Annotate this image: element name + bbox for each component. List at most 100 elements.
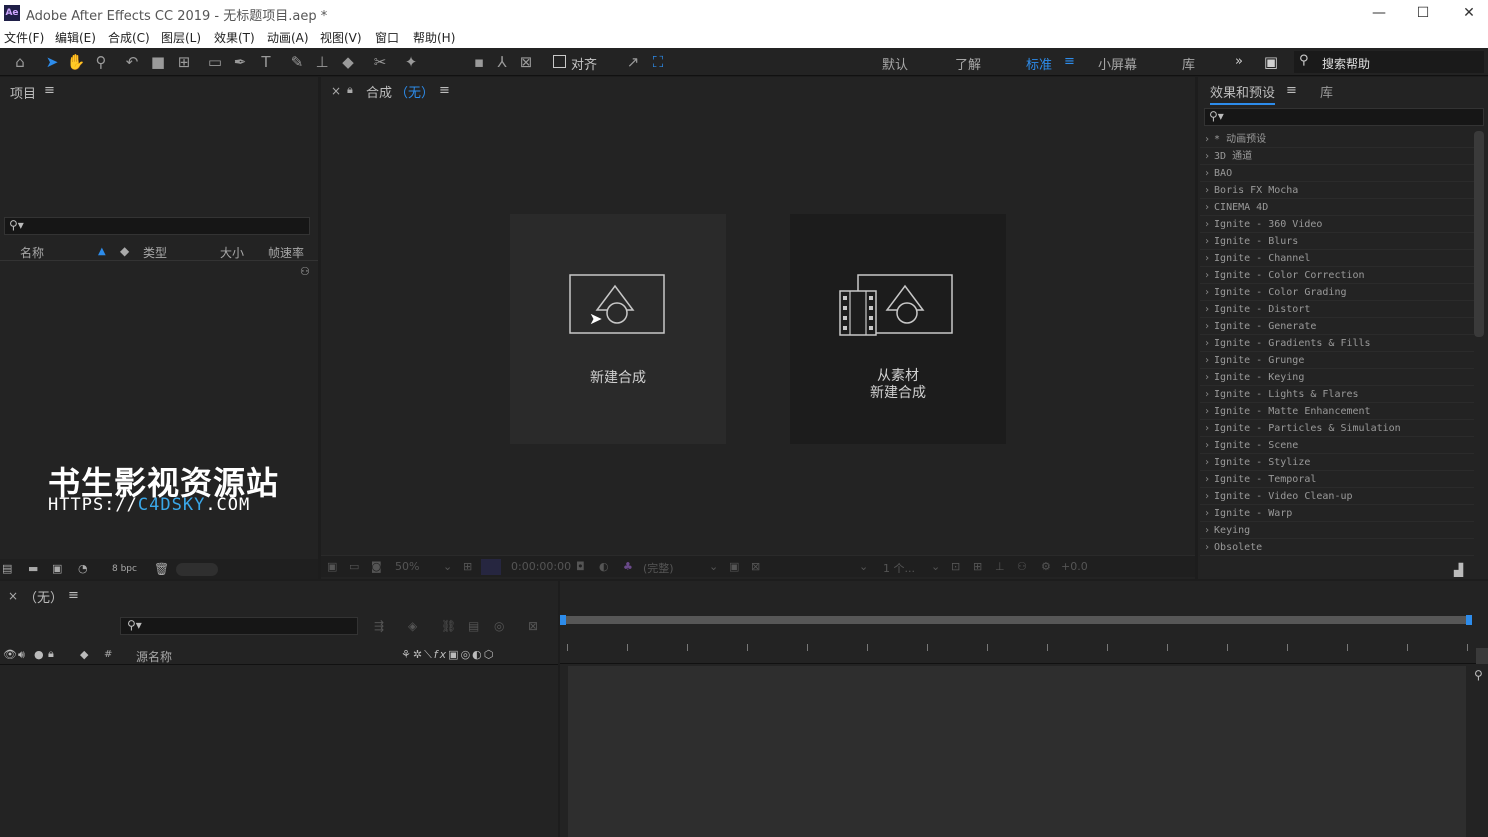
new-comp-icon[interactable]: ▣ [52,562,62,575]
monitor-icon[interactable]: ▭ [349,560,359,573]
effect-category[interactable]: › Ignite - Stylize [1200,454,1474,471]
effect-category[interactable]: › Ignite - Gradients & Fills [1200,335,1474,352]
hide-shy-layers-icon[interactable]: ⛓ [441,619,456,633]
menu-composition[interactable]: 合成(C) [108,29,150,46]
menu-effect[interactable]: 效果(T) [214,29,255,46]
label-tag-icon[interactable]: ◆ [120,244,129,258]
views-chevron-icon[interactable]: ⌄ [931,560,940,573]
sort-ascending-icon[interactable]: ▲ [98,246,106,257]
column-layer-number[interactable]: # [104,649,112,660]
snap-target-icon[interactable]: ⛶ [648,52,668,72]
comp-button-icon[interactable]: ⚲ [1474,668,1483,682]
solo-icon[interactable]: ● [34,648,44,661]
effect-category[interactable]: › Ignite - Keying [1200,369,1474,386]
align-checkbox[interactable] [553,55,566,68]
new-folder-icon[interactable]: ▬ [28,562,38,575]
effect-category[interactable]: › Ignite - Temporal [1200,471,1474,488]
new-composition-card[interactable]: 新建合成 [510,214,726,444]
3d-view-chevron-icon[interactable]: ⌄ [859,560,868,573]
graph-editor-icon[interactable]: ⊠ [528,619,538,633]
exposure-value[interactable]: +0.0 [1061,560,1088,573]
workspace-learn[interactable]: 了解 [955,54,981,73]
effect-category[interactable]: › Ignite - Channel [1200,250,1474,267]
effects-panel-menu-icon[interactable]: ≡ [1286,83,1297,98]
timeline-search-input[interactable]: ⚲▾ [120,617,358,635]
column-frame-rate[interactable]: 帧速率 [268,244,304,261]
effect-category[interactable]: › CINEMA 4D [1200,199,1474,216]
menu-edit[interactable]: 编辑(E) [55,29,96,46]
timeline-zoom-slider[interactable] [1476,648,1488,664]
eraser-tool-icon[interactable]: ◆ [338,52,358,72]
roto-brush-tool-icon[interactable]: ✂ [370,52,390,72]
bit-depth-button[interactable]: 8 bpc [112,564,137,574]
type-tool-icon[interactable]: T [256,52,276,72]
sync-settings-icon[interactable]: ▣ [1261,52,1281,72]
effect-category[interactable]: › Ignite - Blurs [1200,233,1474,250]
home-icon[interactable]: ⌂ [10,52,30,72]
effect-category[interactable]: › * 动画预设 [1200,131,1474,148]
effect-category[interactable]: › 3D 通道 [1200,148,1474,165]
zoom-tool-icon[interactable]: ⚲ [91,52,111,72]
minimize-button[interactable]: — [1356,2,1402,24]
rectangle-tool-icon[interactable]: ▭ [205,52,225,72]
layer-switches-icons[interactable]: ⚘✲⟍fx▣◎◐⬡ [401,648,495,662]
menu-window[interactable]: 窗口 [375,29,399,46]
effect-category[interactable]: › Ignite - Video Clean-up [1200,488,1474,505]
comp-panel-title[interactable]: 合成 [366,82,392,101]
menu-animation[interactable]: 动画(A) [267,29,309,46]
pan-behind-tool-icon[interactable]: ⊞ [174,52,194,72]
reset-exposure-icon[interactable]: ⚙ [1041,560,1051,573]
frame-blending-icon[interactable]: ▤ [468,619,479,633]
menu-layer[interactable]: 图层(L) [161,29,201,46]
project-panel-title[interactable]: 项目 [10,83,36,102]
column-type[interactable]: 类型 [143,244,167,261]
selection-tool-icon[interactable]: ➤ [42,52,62,72]
draft-3d-icon[interactable]: ◈ [408,619,417,633]
effects-presets-tab[interactable]: 效果和预设 [1210,82,1276,105]
effect-category[interactable]: › Ignite - Lights & Flares [1200,386,1474,403]
column-name[interactable]: 名称 [20,244,44,261]
view-axis-icon[interactable]: ⊠ [516,52,536,72]
rotate-tool-icon[interactable]: ↶ [122,52,142,72]
toggle-transparency-icon[interactable]: ⊠ [751,560,760,573]
effect-category[interactable]: › Ignite - Color Grading [1200,284,1474,301]
workspace-standard[interactable]: 标准 [1026,54,1052,73]
work-area-bar[interactable] [562,616,1470,624]
flowchart-view-icon[interactable]: ⚇ [1017,560,1027,573]
maximize-button[interactable]: ☐ [1400,2,1446,24]
puppet-tool-icon[interactable]: ✦ [401,52,421,72]
timeline-comp-name[interactable]: （无） [24,587,63,606]
new-bin-icon[interactable]: ▟ [1454,563,1463,577]
lock-icon[interactable]: 🔒︎ [347,83,353,97]
menu-help[interactable]: 帮助(H) [413,29,455,46]
effect-category[interactable]: › Ignite - Matte Enhancement [1200,403,1474,420]
menu-view[interactable]: 视图(V) [320,29,362,46]
effect-category[interactable]: › Ignite - Color Correction [1200,267,1474,284]
trash-icon[interactable]: 🗑 [154,562,169,576]
toggle-pixel-aspect-icon[interactable]: ⊡ [951,560,960,573]
library-tab[interactable]: 库 [1320,82,1333,101]
effect-category[interactable]: › Ignite - Warp [1200,505,1474,522]
effects-search-input[interactable]: ⚲▾ [1204,108,1484,126]
mask-visibility-icon[interactable]: ◙ [371,560,382,573]
timeline-menu-icon[interactable]: ≡ [68,588,79,603]
world-axis-icon[interactable]: ⅄ [492,52,512,72]
show-snapshot-icon[interactable]: ◐ [599,560,609,573]
interpret-footage-icon[interactable]: ▤ [2,562,12,575]
work-area-end-handle[interactable] [1466,615,1472,625]
workspace-libraries[interactable]: 库 [1182,54,1195,73]
effect-category[interactable]: › Ignite - Distort [1200,301,1474,318]
layer-track-area[interactable] [568,666,1466,837]
workspace-small-screen[interactable]: 小屏幕 [1098,54,1137,73]
close-window-button[interactable]: ✕ [1446,2,1488,24]
work-area-start-handle[interactable] [560,615,566,625]
fast-preview-icon[interactable]: ▣ [729,560,739,573]
comp-mini-flowchart-icon[interactable]: ⇶ [374,619,384,633]
brush-tool-icon[interactable]: ✎ [287,52,307,72]
thumbnail-slider[interactable] [176,563,218,576]
label-tag-icon[interactable]: ◆ [80,648,88,661]
flowchart-icon[interactable]: ⚇ [300,265,310,278]
effects-scrollbar[interactable] [1474,131,1484,337]
transparency-grid-icon[interactable] [481,559,501,575]
motion-blur-icon[interactable]: ◎ [494,619,504,633]
